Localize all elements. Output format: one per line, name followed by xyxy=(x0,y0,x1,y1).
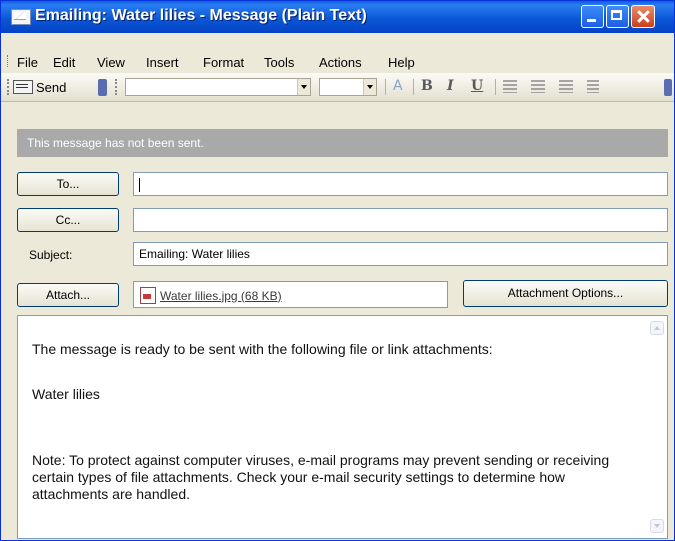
font-dropdown-arrow-icon[interactable] xyxy=(297,79,310,95)
toolbar-separator xyxy=(385,79,386,95)
toolbar-options-chevron[interactable] xyxy=(98,79,107,96)
menu-help[interactable]: Help xyxy=(388,55,415,70)
menu-insert[interactable]: Insert xyxy=(146,55,179,70)
close-button[interactable] xyxy=(631,5,655,28)
minimize-button[interactable] xyxy=(581,5,604,28)
toolbar-grip[interactable] xyxy=(7,79,11,95)
attach-button[interactable]: Attach... xyxy=(17,283,119,307)
info-bar: This message has not been sent. xyxy=(17,129,668,157)
subject-value: Emailing: Water lilies xyxy=(139,247,250,261)
menu-bar: File Edit View Insert Format Tools Actio… xyxy=(1,33,674,74)
bullets-icon[interactable] xyxy=(587,80,599,93)
to-field[interactable] xyxy=(133,172,668,196)
body-line-1: The message is ready to be sent with the… xyxy=(32,341,493,357)
toolbar-overflow-chevron[interactable] xyxy=(664,79,672,96)
toolbar-grip-2[interactable] xyxy=(115,79,119,95)
scroll-down-arrow-icon[interactable] xyxy=(650,519,664,533)
outlook-message-window: Emailing: Water lilies - Message (Plain … xyxy=(0,0,675,541)
menu-grip[interactable] xyxy=(7,55,10,67)
font-size-combo[interactable] xyxy=(319,78,377,96)
toolbar-separator xyxy=(495,79,496,95)
scroll-up-arrow-icon[interactable] xyxy=(650,321,664,335)
send-button[interactable]: Send xyxy=(13,78,66,96)
align-right-icon[interactable] xyxy=(559,80,573,93)
menu-file[interactable]: File xyxy=(17,55,38,70)
bold-icon[interactable]: B xyxy=(421,78,433,94)
attachment-name: Water lilies.jpg (68 KB) xyxy=(160,288,282,303)
subject-field[interactable]: Emailing: Water lilies xyxy=(133,242,668,266)
maximize-button[interactable] xyxy=(606,5,629,28)
send-envelope-icon xyxy=(13,80,33,94)
envelope-icon[interactable] xyxy=(11,9,31,25)
toolbar-separator xyxy=(413,79,414,95)
cc-field[interactable] xyxy=(133,208,668,232)
attachment-box: Water lilies.jpg (68 KB) xyxy=(133,281,448,308)
attachment-options-button[interactable]: Attachment Options... xyxy=(463,280,668,307)
align-left-icon[interactable] xyxy=(503,80,517,93)
body-note: Note: To protect against computer viruse… xyxy=(32,452,610,502)
underline-icon[interactable]: U xyxy=(471,78,483,94)
size-dropdown-arrow-icon[interactable] xyxy=(363,79,376,95)
send-label: Send xyxy=(36,79,67,95)
title-bar[interactable]: Emailing: Water lilies - Message (Plain … xyxy=(1,1,674,33)
italic-icon[interactable]: I xyxy=(447,78,454,94)
text-caret xyxy=(139,177,140,192)
window-title: Emailing: Water lilies - Message (Plain … xyxy=(35,7,367,24)
menu-tools[interactable]: Tools xyxy=(264,55,294,70)
attachment-item[interactable]: Water lilies.jpg (68 KB) xyxy=(140,287,282,304)
font-name-combo[interactable] xyxy=(125,78,311,96)
align-center-icon[interactable] xyxy=(531,80,545,93)
font-color-icon[interactable]: A xyxy=(393,78,403,94)
menu-format[interactable]: Format xyxy=(203,55,244,70)
menu-actions[interactable]: Actions xyxy=(319,55,362,70)
cc-button[interactable]: Cc... xyxy=(17,208,119,232)
to-button[interactable]: To... xyxy=(17,172,119,196)
menu-view[interactable]: View xyxy=(97,55,125,70)
menu-edit[interactable]: Edit xyxy=(53,55,75,70)
body-line-2: Water lilies xyxy=(32,386,100,402)
formatting-toolbar: Send A B I U xyxy=(1,73,674,102)
subject-label: Subject: xyxy=(29,248,73,262)
image-file-icon xyxy=(140,287,156,304)
message-body[interactable]: The message is ready to be sent with the… xyxy=(17,315,668,539)
